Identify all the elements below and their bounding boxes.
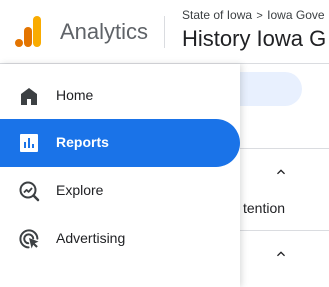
nav-item-label: Advertising (56, 230, 126, 246)
analytics-logo-icon[interactable] (15, 16, 41, 47)
chevron-up-icon[interactable] (273, 246, 289, 262)
nav-item-advertising[interactable]: Advertising (0, 215, 240, 263)
app-title: Analytics (60, 19, 149, 44)
navigation-drawer: Home Reports Explore Advertising (0, 64, 240, 287)
breadcrumb-account[interactable]: State of Iowa (182, 8, 252, 22)
nav-item-home[interactable]: Home (0, 72, 240, 120)
breadcrumb-property-parent[interactable]: Iowa Gove (267, 8, 324, 22)
advertising-icon (19, 229, 39, 249)
reports-icon (20, 134, 38, 152)
explore-icon (19, 181, 40, 202)
section-divider (240, 148, 329, 149)
nav-item-label: Home (56, 87, 94, 103)
section-divider (240, 230, 329, 231)
breadcrumb[interactable]: State of Iowa > Iowa Gove (182, 8, 325, 22)
header-divider (164, 16, 165, 48)
property-selector[interactable]: History Iowa G (182, 26, 326, 52)
nav-item-explore[interactable]: Explore (0, 167, 240, 215)
chevron-up-icon[interactable] (273, 164, 289, 180)
collapsed-section-label[interactable]: tention (243, 200, 285, 216)
nav-item-label: Reports (56, 134, 109, 150)
nav-item-reports[interactable]: Reports (0, 119, 240, 167)
top-app-bar: Analytics State of Iowa > Iowa Gove Hist… (0, 0, 329, 64)
home-icon (21, 88, 37, 105)
breadcrumb-separator: > (256, 10, 263, 22)
nav-item-label: Explore (56, 182, 104, 198)
